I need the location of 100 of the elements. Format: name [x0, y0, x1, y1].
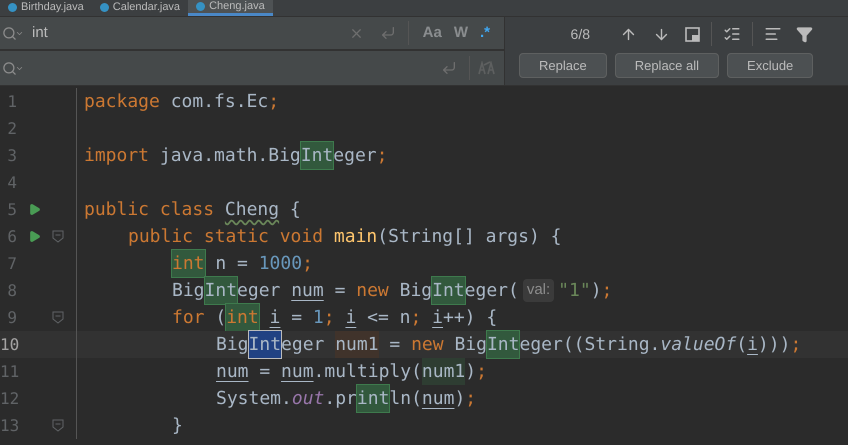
code-token: int	[356, 385, 390, 412]
code-token: Int	[300, 142, 334, 169]
newline-icon[interactable]	[441, 60, 457, 76]
code-token: int	[172, 250, 205, 277]
line-number: 5	[6, 198, 18, 220]
replace-field[interactable]	[0, 51, 504, 85]
preserve-case-icon[interactable]	[478, 61, 496, 75]
code-token: Int	[432, 277, 465, 304]
class-icon	[196, 2, 206, 10]
code-token: ;	[602, 279, 612, 303]
search-icon[interactable]	[2, 60, 24, 76]
code-token: {	[288, 198, 301, 222]
fold-icon[interactable]	[52, 230, 64, 243]
code-token: 1	[312, 306, 324, 330]
code-token: n =	[214, 252, 249, 276]
code-token: java.math.Big	[158, 144, 301, 168]
class-icon	[100, 3, 109, 12]
code-token: eger(	[464, 279, 519, 303]
search-option-toggle[interactable]: Aa	[416, 22, 448, 44]
code-token: System.	[216, 387, 292, 411]
code-token: ;	[410, 306, 422, 330]
code-token: eger	[281, 333, 326, 357]
search-option-toggle[interactable]: .*	[474, 22, 496, 44]
code-token: =	[290, 306, 304, 330]
select-all-icon[interactable]	[723, 25, 741, 43]
align-icon[interactable]	[764, 25, 782, 43]
line-number: 2	[6, 118, 18, 140]
code-token: eger	[237, 279, 282, 303]
code-token: public class	[84, 198, 216, 222]
code-token: ;	[324, 306, 336, 330]
code-token: (	[215, 306, 226, 330]
newline-icon[interactable]	[380, 25, 396, 41]
filter-icon[interactable]	[796, 26, 813, 42]
code-token: import	[84, 144, 150, 168]
line-number: 3	[6, 144, 18, 166]
file-tab[interactable]: Calendar.java	[92, 0, 188, 16]
code-token: (	[736, 333, 748, 357]
class-icon	[8, 3, 17, 12]
line-number: 8	[6, 280, 18, 302]
code-token: }	[172, 414, 183, 438]
code-token: eger	[333, 144, 377, 168]
code-token: Big	[400, 279, 432, 303]
file-tab[interactable]: Cheng.java	[188, 0, 273, 16]
code-token: =	[334, 279, 346, 303]
line-number: 4	[6, 172, 18, 194]
code-token: out	[292, 387, 324, 411]
code-token: "1"	[558, 279, 591, 303]
code-token: i	[432, 306, 443, 330]
find-value: int	[32, 22, 49, 43]
line-number: 1	[6, 90, 18, 112]
line-number: 13	[0, 414, 20, 436]
replace-action-button[interactable]: Replace all	[614, 53, 720, 78]
code-token: (String[] args) {	[377, 225, 562, 249]
code-token: num	[216, 360, 249, 384]
code-token: num	[291, 279, 324, 303]
search-option-toggle[interactable]: W	[448, 22, 474, 44]
code-token: <= n	[366, 306, 410, 330]
code-token: num	[422, 387, 454, 411]
code-token: i	[270, 306, 280, 330]
file-tab[interactable]: Birthday.java	[0, 0, 92, 16]
code-token: =	[258, 360, 272, 384]
code-token: Int	[486, 331, 520, 358]
fold-icon[interactable]	[52, 311, 64, 324]
code-token: )))	[758, 333, 790, 357]
code-token: i	[747, 333, 758, 357]
code-token: )	[454, 387, 466, 411]
code-token: new	[356, 279, 390, 303]
search-icon[interactable]	[2, 26, 24, 40]
code-token: ++) {	[443, 306, 498, 330]
line-number: 12	[0, 388, 20, 410]
code-token: main	[334, 225, 378, 249]
code-token: ;	[268, 90, 280, 114]
replace-action-button[interactable]: Replace	[519, 53, 607, 78]
code-token: Big	[172, 279, 205, 303]
code-token: Big	[454, 333, 487, 357]
code-token: int	[226, 304, 259, 331]
code-token: eger((String.	[519, 333, 660, 357]
code-token: new	[411, 333, 445, 357]
code-token: num1	[422, 358, 466, 385]
code-token: ;	[465, 387, 476, 411]
code-token: =	[388, 333, 402, 357]
code-token: ;	[476, 360, 487, 384]
code-token: i	[345, 306, 356, 330]
line-number: 11	[0, 360, 20, 382]
code-token: ;	[790, 333, 802, 357]
line-number: 7	[6, 252, 18, 274]
replace-action-button[interactable]: Exclude	[727, 53, 814, 78]
find-field[interactable]: int Aa W .*	[0, 17, 504, 51]
code-token: Cheng	[224, 198, 280, 222]
code-token: package	[84, 90, 160, 114]
code-token: for	[172, 306, 206, 330]
fold-icon[interactable]	[52, 419, 64, 432]
code-token: public static void	[128, 225, 324, 249]
code-token: com.fs.Ec	[170, 90, 268, 114]
match-counter: 6/8	[570, 24, 591, 44]
code-token: .pr	[324, 387, 357, 411]
run-icon[interactable]	[28, 230, 41, 243]
line-number: 6	[6, 226, 18, 248]
run-icon[interactable]	[28, 203, 41, 216]
window-icon[interactable]	[685, 26, 700, 42]
